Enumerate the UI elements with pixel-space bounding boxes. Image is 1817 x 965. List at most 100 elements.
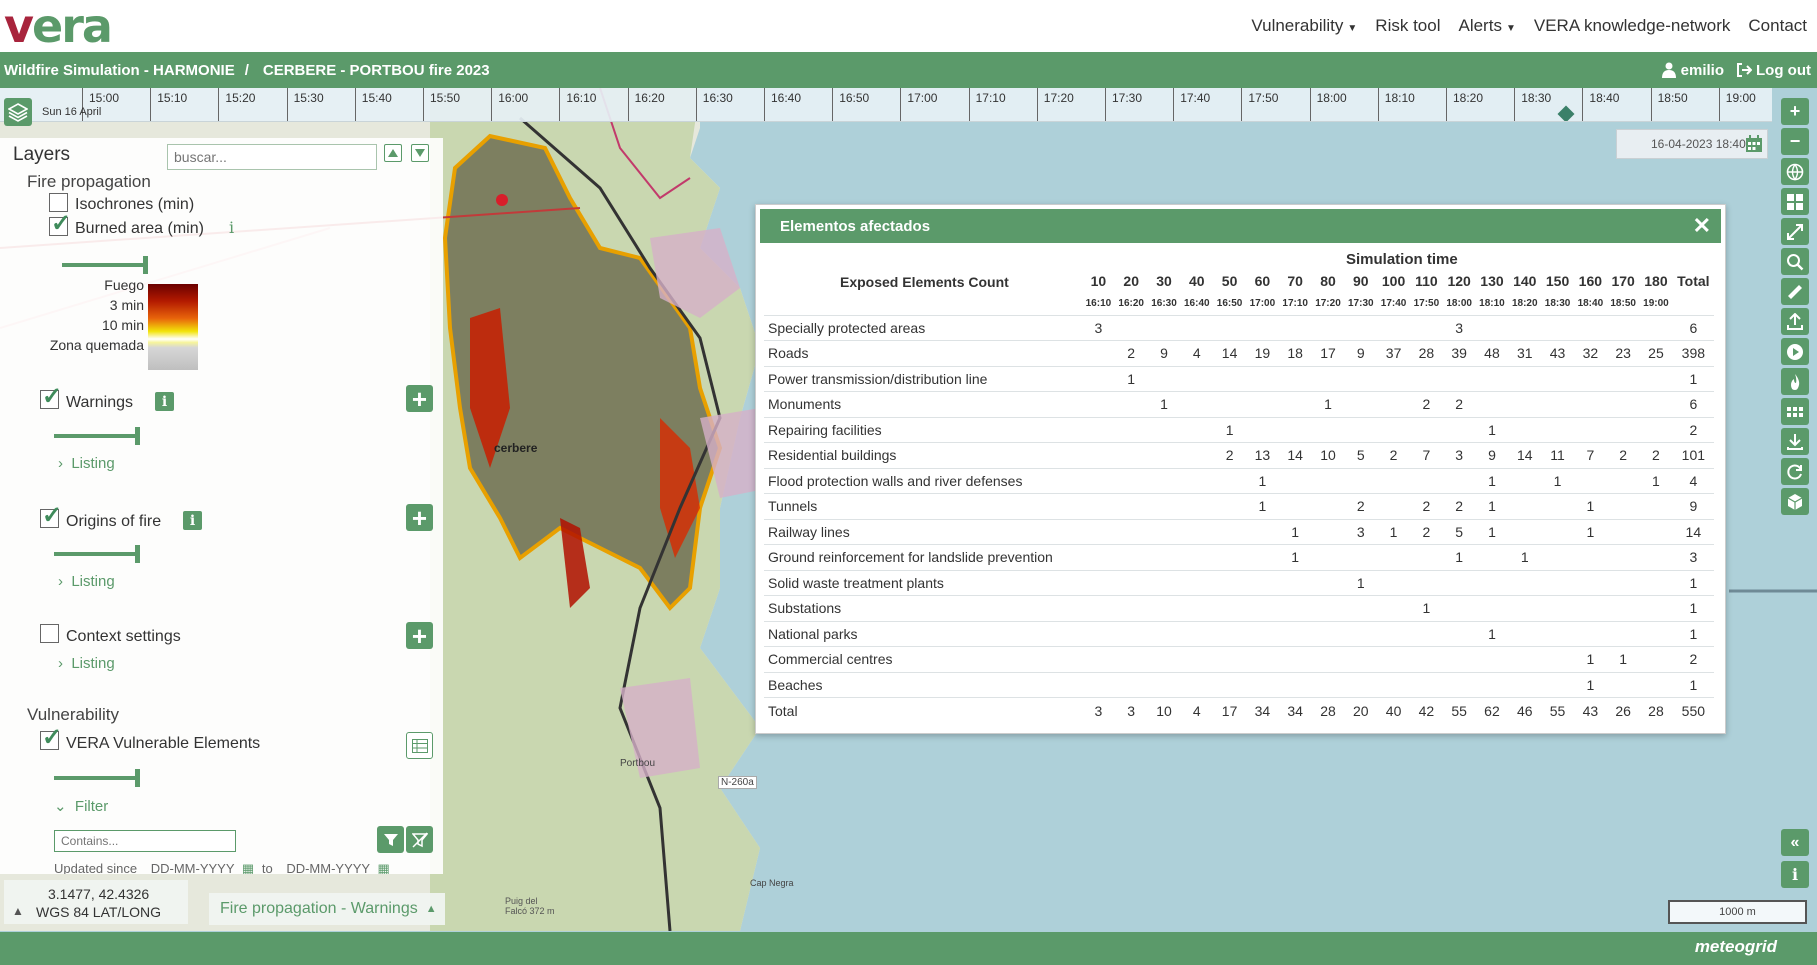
row-value	[1147, 493, 1181, 519]
timeline-tick[interactable]: 17:50	[1241, 88, 1278, 121]
refresh-button[interactable]	[1781, 458, 1809, 485]
timeline-tick[interactable]: 16:20	[627, 88, 665, 121]
calendar-icon[interactable]: ▦	[377, 861, 389, 874]
row-value: 10	[1147, 697, 1181, 723]
warnings-info-button[interactable]: i	[155, 392, 174, 411]
breadcrumb-simulation[interactable]: Wildfire Simulation - HARMONIE	[4, 62, 235, 79]
upload-button[interactable]	[1781, 308, 1809, 335]
timeline-tick[interactable]: 18:30	[1514, 88, 1551, 121]
filter-toggle[interactable]: ⌄ Filter	[54, 797, 108, 815]
context-listing-toggle[interactable]: › Listing	[58, 655, 115, 672]
meteogrid-logo[interactable]: meteogrid	[1695, 937, 1777, 957]
timeline-tick[interactable]: 16:30	[695, 88, 733, 121]
play-button[interactable]	[1781, 338, 1809, 365]
info-icon[interactable]: i	[229, 218, 234, 237]
timeline-handle[interactable]	[1557, 105, 1575, 121]
slider-knob[interactable]	[135, 545, 140, 563]
timeline-tick[interactable]: 15:10	[150, 88, 187, 121]
nav-contact[interactable]: Contact	[1748, 16, 1807, 36]
logout-button[interactable]: Log out	[1736, 62, 1811, 79]
zoom-out-button[interactable]: −	[1781, 128, 1809, 155]
calendar-icon[interactable]: ▦	[242, 861, 254, 874]
timeline-tick[interactable]: 17:40	[1173, 88, 1210, 121]
download-button[interactable]	[1781, 428, 1809, 455]
timeline-tick[interactable]: 15:30	[286, 88, 324, 121]
vera-elements-checkbox[interactable]	[40, 723, 62, 752]
zoom-in-button[interactable]: +	[1781, 98, 1809, 125]
collapse-all-button[interactable]	[411, 144, 429, 162]
timeline-tick[interactable]: 15:20	[218, 88, 255, 121]
timeline-tick[interactable]: 16:50	[832, 88, 869, 121]
apply-filter-button[interactable]	[377, 826, 404, 853]
timeline-tick[interactable]: 18:50	[1650, 88, 1688, 121]
timeline-tick[interactable]: 17:20	[1036, 88, 1074, 121]
warnings-listing-toggle[interactable]: › Listing	[58, 455, 115, 472]
expand-all-button[interactable]	[384, 144, 402, 162]
layers-search-input[interactable]	[167, 144, 377, 170]
coordinates-readout[interactable]: 3.1477, 42.4326 ▲ WGS 84 LAT/LONG	[4, 880, 188, 924]
origins-checkbox[interactable]	[40, 501, 62, 530]
origins-info-button[interactable]: i	[183, 511, 202, 530]
layers-toggle-button[interactable]	[4, 98, 32, 126]
timeline-tick[interactable]: 17:10	[968, 88, 1006, 121]
timeline-tick[interactable]: 18:40	[1582, 88, 1619, 121]
search-location-button[interactable]	[1781, 248, 1809, 275]
nav-alerts[interactable]: Alerts ▼	[1458, 16, 1515, 36]
vera-elements-opacity-slider[interactable]	[54, 769, 140, 787]
row-value	[1606, 365, 1640, 392]
context-settings-checkbox[interactable]	[40, 624, 59, 643]
collapse-panel-button[interactable]: «	[1781, 829, 1809, 856]
origins-opacity-slider[interactable]	[54, 545, 140, 563]
vera-elements-table-button[interactable]	[406, 732, 433, 759]
date-to-input[interactable]: DD-MM-YYYY	[286, 861, 370, 874]
apps-button[interactable]	[1781, 398, 1809, 425]
datetime-field[interactable]: 16-04-2023 18:40	[1616, 129, 1768, 159]
timeline-tick[interactable]: 18:20	[1446, 88, 1483, 121]
close-icon[interactable]: ✕	[1693, 213, 1711, 239]
burned-area-opacity-slider[interactable]	[62, 256, 148, 274]
slider-knob[interactable]	[143, 256, 148, 274]
warnings-opacity-slider[interactable]	[54, 427, 140, 445]
row-value	[1311, 416, 1345, 443]
fullscreen-button[interactable]	[1781, 218, 1809, 245]
timeline-tick[interactable]: 16:10	[559, 88, 596, 121]
warnings-add-button[interactable]: +	[406, 385, 433, 412]
date-from-input[interactable]: DD-MM-YYYY	[151, 861, 235, 874]
basemap-button[interactable]	[1781, 188, 1809, 215]
context-add-button[interactable]: +	[406, 622, 433, 649]
timeline-tick[interactable]: 16:40	[764, 88, 801, 121]
warnings-checkbox[interactable]	[40, 382, 62, 411]
fire-warnings-tab[interactable]: Fire propagation - Warnings ▲	[209, 893, 445, 925]
3d-button[interactable]	[1781, 488, 1809, 515]
origins-listing-toggle[interactable]: › Listing	[58, 573, 115, 590]
timeline-tick[interactable]: 19:00	[1718, 88, 1756, 121]
logout-icon	[1737, 63, 1753, 77]
origins-add-button[interactable]: +	[406, 504, 433, 531]
nav-risk-tool[interactable]: Risk tool	[1375, 16, 1440, 36]
nav-vulnerability[interactable]: Vulnerability ▼	[1251, 16, 1357, 36]
user-menu[interactable]: emilio	[1661, 62, 1724, 79]
timeline[interactable]: 15:00 15:10 15:20 15:30 15:40 15:50 16:00 16:10…	[0, 88, 1772, 122]
timeline-tick[interactable]: 17:00	[900, 88, 937, 121]
row-value	[1508, 646, 1542, 672]
fire-button[interactable]	[1781, 368, 1809, 395]
nav-knowledge-network[interactable]: VERA knowledge-network	[1534, 16, 1731, 36]
slider-knob[interactable]	[135, 427, 140, 445]
timeline-tick[interactable]: 17:30	[1105, 88, 1142, 121]
burned-area-checkbox[interactable]	[49, 209, 71, 238]
filter-contains-input[interactable]	[54, 830, 236, 852]
measure-button[interactable]	[1781, 278, 1809, 305]
timeline-tick[interactable]: 15:40	[354, 88, 392, 121]
calendar-icon[interactable]	[1745, 135, 1763, 153]
timeline-tick[interactable]: 18:10	[1377, 88, 1415, 121]
slider-knob[interactable]	[135, 769, 140, 787]
clear-filter-button[interactable]	[406, 826, 433, 853]
timeline-tick[interactable]: 18:00	[1309, 88, 1347, 121]
row-value: 1	[1475, 467, 1509, 494]
timeline-tick[interactable]: 15:50	[423, 88, 460, 121]
info-button[interactable]: i	[1781, 861, 1809, 888]
vera-logo[interactable]: v era	[4, 0, 113, 53]
row-value	[1147, 467, 1181, 494]
timeline-tick[interactable]: 16:00	[491, 88, 528, 121]
globe-button[interactable]	[1781, 158, 1809, 185]
